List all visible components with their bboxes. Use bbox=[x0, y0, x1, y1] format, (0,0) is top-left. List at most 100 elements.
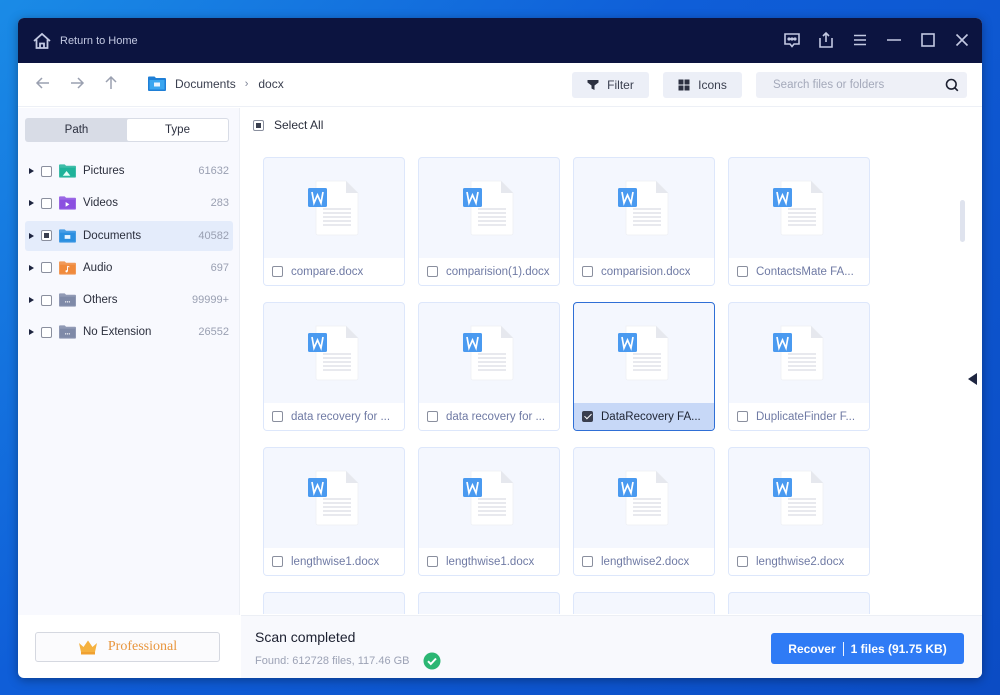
search-input[interactable] bbox=[756, 79, 936, 91]
collapse-preview-arrow-icon[interactable] bbox=[968, 373, 977, 385]
file-thumbnail bbox=[419, 158, 559, 258]
word-document-icon bbox=[308, 325, 359, 381]
scan-status-title: Scan completed bbox=[255, 629, 356, 645]
file-checkbox[interactable] bbox=[582, 411, 593, 422]
sidebar-item-no-extension[interactable]: No Extension 26552 bbox=[25, 317, 233, 347]
file-card[interactable]: lengthwise2.docx bbox=[573, 447, 715, 576]
feedback-button[interactable] bbox=[782, 30, 802, 50]
forward-button[interactable] bbox=[69, 75, 89, 95]
view-mode-button[interactable]: Icons bbox=[663, 72, 742, 98]
expand-caret-icon[interactable] bbox=[29, 168, 34, 174]
file-checkbox[interactable] bbox=[737, 556, 748, 567]
file-card-footer: compare.docx bbox=[264, 258, 404, 285]
select-all-check-icon bbox=[253, 119, 264, 131]
file-name: lengthwise1.docx bbox=[446, 555, 535, 568]
tab-type[interactable]: Type bbox=[127, 119, 228, 141]
documents-folder-icon bbox=[148, 76, 166, 91]
recover-detail: 1 files (91.75 KB) bbox=[850, 641, 947, 656]
file-card[interactable]: data recovery for ... bbox=[263, 302, 405, 431]
item-count: 26552 bbox=[198, 326, 229, 339]
file-name: DuplicateFinder F... bbox=[756, 410, 856, 423]
expand-caret-icon[interactable] bbox=[29, 329, 34, 336]
item-checkbox[interactable] bbox=[41, 294, 52, 306]
item-label: Audio bbox=[83, 261, 113, 274]
file-card[interactable]: ContactsMate FA... bbox=[728, 157, 870, 286]
file-card[interactable] bbox=[263, 592, 405, 614]
file-checkbox[interactable] bbox=[737, 411, 748, 422]
professional-edition-button[interactable]: Professional bbox=[35, 632, 220, 662]
share-button[interactable] bbox=[816, 30, 836, 50]
file-card[interactable]: compare.docx bbox=[263, 157, 405, 286]
close-button[interactable] bbox=[952, 30, 972, 50]
file-card[interactable]: comparision.docx bbox=[573, 157, 715, 286]
menu-button[interactable] bbox=[850, 30, 870, 50]
file-card[interactable]: data recovery for ... bbox=[418, 302, 560, 431]
file-checkbox[interactable] bbox=[272, 266, 283, 277]
word-document-icon bbox=[618, 325, 669, 381]
file-checkbox[interactable] bbox=[582, 556, 593, 567]
minimize-button[interactable] bbox=[884, 30, 904, 50]
file-checkbox[interactable] bbox=[427, 411, 438, 422]
return-home-button[interactable]: Return to Home bbox=[32, 30, 138, 52]
sidebar-item-videos[interactable]: Videos 283 bbox=[25, 188, 233, 218]
word-document-icon bbox=[773, 325, 824, 381]
file-card[interactable]: comparision(1).docx bbox=[418, 157, 560, 286]
sidebar-item-others[interactable]: Others 99999+ bbox=[25, 285, 233, 315]
file-name: lengthwise2.docx bbox=[601, 555, 690, 568]
item-checkbox[interactable] bbox=[41, 230, 52, 242]
file-card[interactable]: DuplicateFinder F... bbox=[728, 302, 870, 431]
file-name: lengthwise1.docx bbox=[291, 555, 380, 568]
file-name: data recovery for ... bbox=[446, 410, 546, 423]
search-icon[interactable] bbox=[945, 78, 959, 92]
item-checkbox[interactable] bbox=[41, 262, 52, 274]
vertical-scrollbar[interactable] bbox=[960, 200, 965, 242]
file-card[interactable]: lengthwise2.docx bbox=[728, 447, 870, 576]
item-count: 61632 bbox=[198, 165, 229, 177]
item-checkbox[interactable] bbox=[41, 165, 52, 177]
select-all-checkbox[interactable]: Select All bbox=[253, 118, 323, 132]
back-button[interactable] bbox=[35, 75, 55, 95]
file-checkbox[interactable] bbox=[427, 556, 438, 567]
others-folder-icon bbox=[59, 293, 76, 307]
search-box bbox=[756, 72, 967, 98]
select-all-label: Select All bbox=[274, 118, 324, 132]
file-card[interactable] bbox=[418, 592, 560, 614]
file-card[interactable] bbox=[728, 592, 870, 614]
file-card[interactable]: lengthwise1.docx bbox=[263, 447, 405, 576]
item-label: No Extension bbox=[83, 326, 152, 339]
file-checkbox[interactable] bbox=[582, 266, 593, 277]
expand-caret-icon[interactable] bbox=[29, 264, 34, 271]
file-card[interactable]: DataRecovery FA... bbox=[573, 302, 715, 431]
breadcrumb-docx[interactable]: docx bbox=[258, 77, 283, 91]
expand-caret-icon[interactable] bbox=[29, 297, 34, 304]
file-thumbnail bbox=[729, 158, 869, 258]
expand-caret-icon[interactable] bbox=[29, 200, 34, 207]
feedback-icon bbox=[784, 33, 800, 48]
expand-caret-icon[interactable] bbox=[29, 232, 34, 239]
sidebar-item-audio[interactable]: Audio 697 bbox=[25, 253, 233, 283]
file-card-footer: DataRecovery FA... bbox=[574, 403, 714, 430]
file-checkbox[interactable] bbox=[737, 266, 748, 277]
file-checkbox[interactable] bbox=[427, 266, 438, 277]
item-count: 283 bbox=[210, 197, 229, 210]
file-card-footer: comparision(1).docx bbox=[419, 258, 559, 285]
breadcrumb-documents[interactable]: Documents bbox=[175, 77, 236, 91]
item-checkbox[interactable] bbox=[41, 197, 52, 209]
app-window: Return to Home Documents › docx Filter I… bbox=[18, 18, 982, 678]
tab-path[interactable]: Path bbox=[26, 119, 127, 141]
maximize-button[interactable] bbox=[918, 30, 938, 50]
breadcrumb-separator: › bbox=[244, 77, 249, 90]
file-checkbox[interactable] bbox=[272, 411, 283, 422]
sidebar-view-toggle: Path Type bbox=[25, 118, 229, 142]
filter-button[interactable]: Filter bbox=[572, 72, 649, 98]
file-card[interactable]: lengthwise1.docx bbox=[418, 447, 560, 576]
audio-folder-icon bbox=[59, 261, 76, 275]
file-checkbox[interactable] bbox=[272, 556, 283, 567]
up-button[interactable] bbox=[103, 75, 123, 95]
sidebar-item-pictures[interactable]: Pictures 61632 bbox=[25, 156, 233, 186]
item-checkbox[interactable] bbox=[41, 326, 52, 338]
sidebar-item-documents[interactable]: Documents 40582 bbox=[25, 220, 233, 251]
recover-button[interactable]: Recover 1 files (91.75 KB) bbox=[771, 633, 964, 664]
scan-found-text: Found: 612728 files, 117.46 GB bbox=[255, 655, 410, 667]
file-card[interactable] bbox=[573, 592, 715, 614]
